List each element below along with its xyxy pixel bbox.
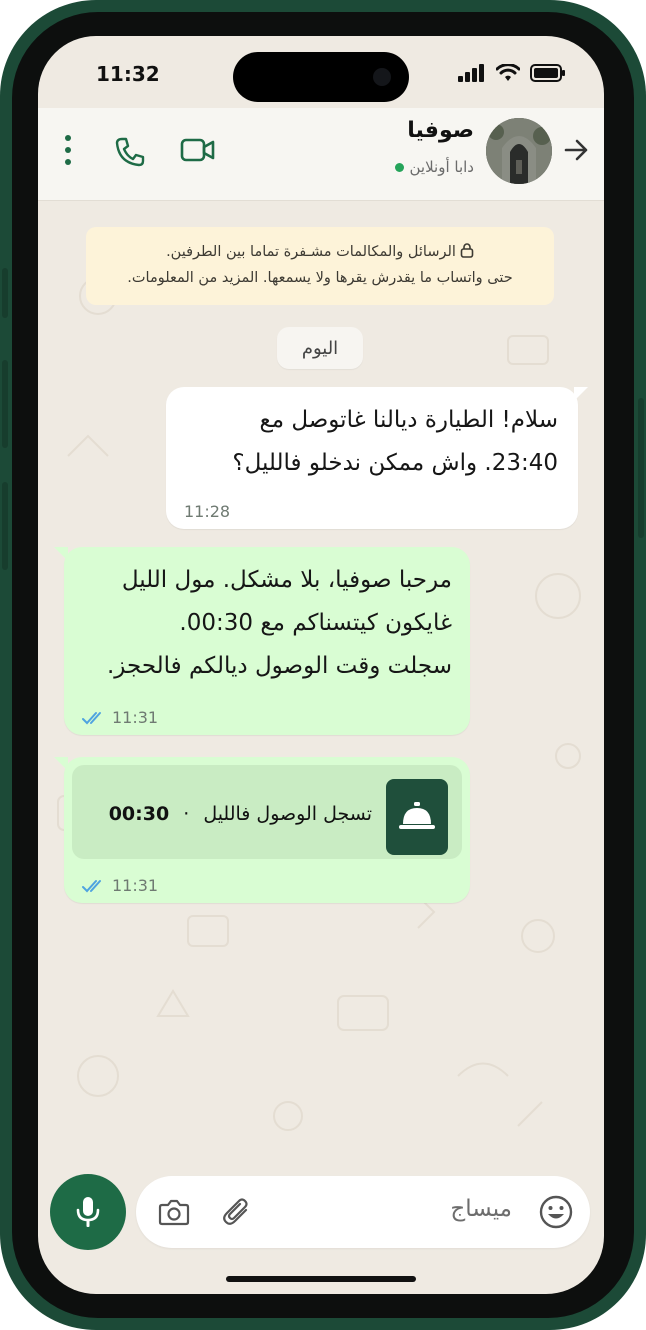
message-time-text: 11:31 [112, 876, 159, 895]
avatar[interactable] [486, 118, 552, 184]
card-time-value: 00:30 [108, 803, 170, 825]
encryption-text-1: الرسائل والمكالمات مشـفرة تماما بين الطر… [166, 244, 456, 260]
contact-status-text: دابا أونلاين [409, 158, 475, 176]
message-incoming[interactable]: سلام! الطيارة ديالنا غاتوصل مع 23:40. وا… [166, 387, 588, 529]
chat-area[interactable]: الرسائل والمكالمات مشـفرة تماما بين الطر… [38, 201, 604, 1166]
chat-header: صوفيا دابا أونلاين [38, 108, 604, 201]
emoji-icon[interactable] [538, 1194, 574, 1230]
message-time: 11:31 [82, 876, 158, 895]
card-separator: · [183, 803, 190, 825]
contact-status: دابا أونلاين [394, 158, 475, 176]
phone-call-icon[interactable] [114, 136, 146, 168]
input-placeholder[interactable]: ميساج [450, 1196, 512, 1222]
battery-icon [530, 64, 565, 82]
message-time-text: 11:31 [112, 708, 159, 727]
mic-button[interactable] [50, 1174, 126, 1250]
online-indicator [394, 162, 404, 172]
bell-box [386, 779, 448, 855]
side-button [2, 360, 8, 448]
side-button [2, 268, 8, 318]
home-indicator [226, 1276, 416, 1282]
phone-frame: 11:32 صوفيا دابا أونلاين الرسائل والمكال… [0, 0, 646, 1330]
camera-icon[interactable] [158, 1198, 190, 1226]
bubble-tail [574, 387, 588, 401]
encryption-text-2: حتى واتساب ما يقدرش يقرها ولا يسمعها. ال… [127, 270, 513, 286]
message-line: 23:40. واش ممكن ندخلو فالليل؟ [232, 450, 558, 476]
avatar-image [486, 118, 552, 184]
message-outgoing-card[interactable]: تسجل الوصول فالليل · 00:30 11:31 [54, 757, 470, 903]
status-time: 11:32 [96, 62, 160, 86]
side-button [638, 398, 644, 538]
read-receipt-icon [82, 879, 101, 892]
back-arrow-icon[interactable] [562, 136, 590, 164]
message-time: 11:31 [82, 708, 158, 727]
message-time: 11:28 [184, 502, 230, 521]
dynamic-island [233, 52, 409, 102]
message-line: سجلت وقت الوصول ديالكم فالحجز. [106, 653, 452, 679]
video-call-icon[interactable] [180, 136, 216, 164]
message-outgoing[interactable]: مرحبا صوفيا، بلا مشكل. مول الليل غايكون … [54, 547, 470, 735]
screen: 11:32 صوفيا دابا أونلاين الرسائل والمكال… [38, 36, 604, 1294]
status-icons [458, 64, 566, 82]
message-time-text: 11:28 [184, 502, 231, 521]
card-label: تسجل الوصول فالليل [203, 803, 372, 825]
signal-icon [458, 64, 484, 82]
lock-icon [460, 243, 474, 258]
message-input[interactable]: ميساج [136, 1176, 590, 1248]
bubble-tail [54, 547, 68, 561]
microphone-icon [76, 1197, 100, 1227]
input-bar: ميساج [38, 1166, 604, 1294]
encryption-banner[interactable]: الرسائل والمكالمات مشـفرة تماما بين الطر… [86, 227, 554, 305]
message-line: سلام! الطيارة ديالنا غاتوصل مع [259, 407, 558, 433]
contact-name[interactable]: صوفيا [407, 118, 474, 143]
side-button [2, 482, 8, 570]
concierge-bell-icon [399, 802, 435, 829]
date-chip: اليوم [277, 327, 363, 369]
front-camera [373, 68, 391, 86]
message-line: مرحبا صوفيا، بلا مشكل. مول الليل [121, 567, 452, 593]
more-options-icon[interactable] [62, 132, 74, 168]
read-receipt-icon [82, 711, 101, 724]
attachment-icon[interactable] [222, 1196, 252, 1228]
card-text: تسجل الوصول فالليل · 00:30 [109, 803, 372, 825]
encryption-line-1: الرسائل والمكالمات مشـفرة تماما بين الطر… [86, 239, 554, 265]
booking-card[interactable]: تسجل الوصول فالليل · 00:30 [72, 765, 462, 859]
bubble-tail [54, 757, 68, 771]
message-line: غايكون كيتسناكم مع 00:30. [179, 610, 452, 636]
wifi-icon [496, 64, 520, 81]
